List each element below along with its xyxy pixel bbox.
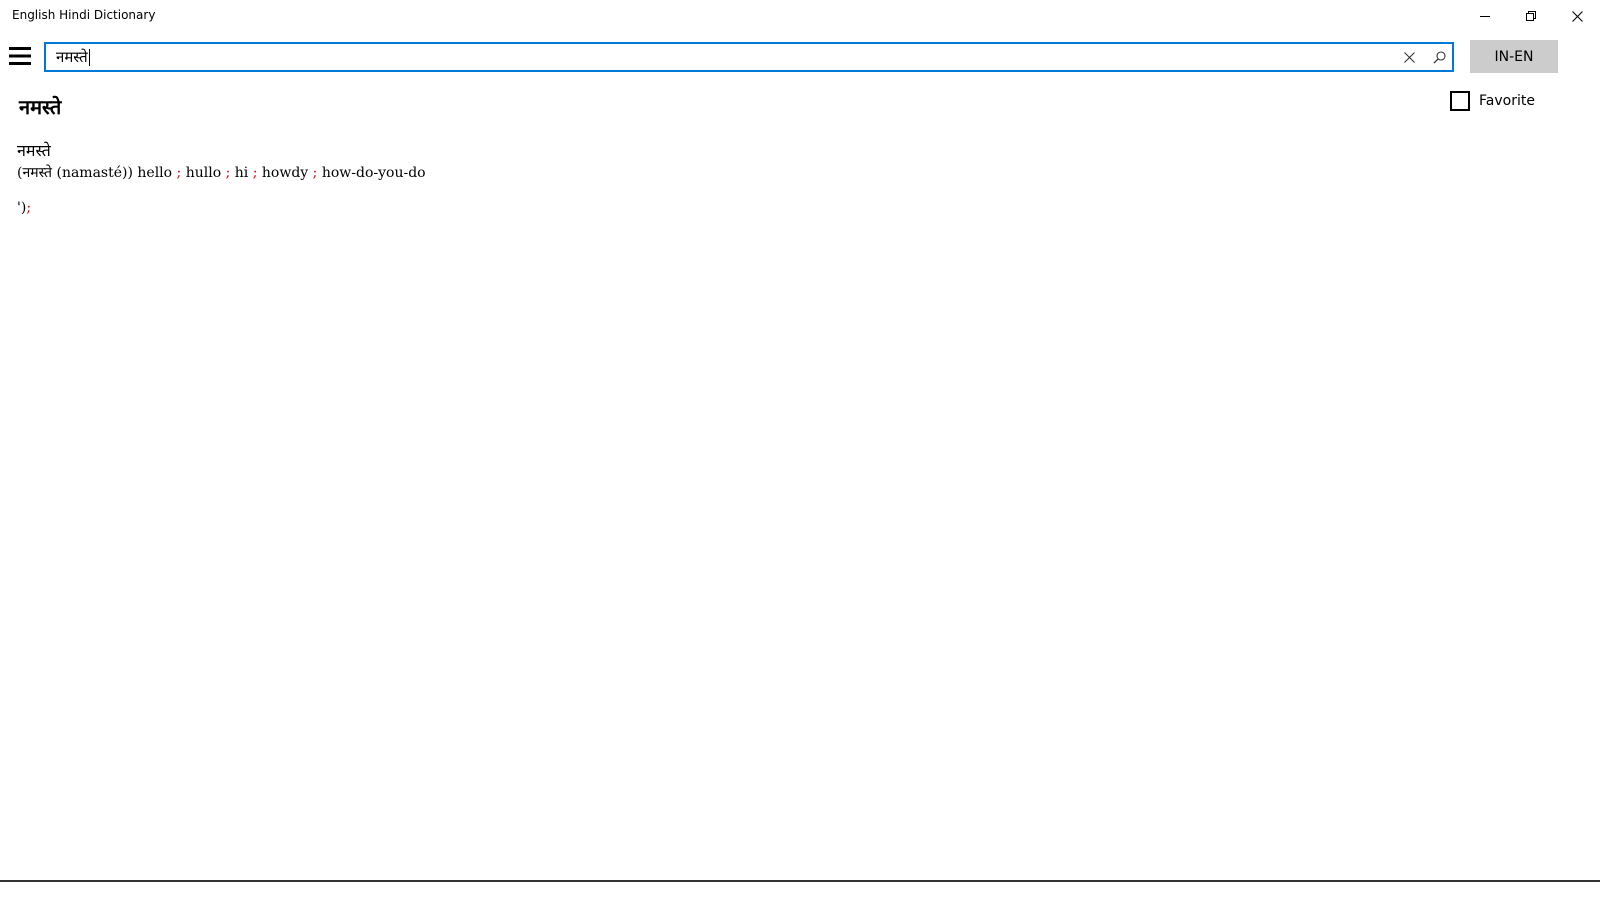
close-window-button[interactable] xyxy=(1554,0,1600,32)
language-toggle-button[interactable]: IN-EN xyxy=(1470,40,1558,73)
meaning: howdy xyxy=(261,165,309,181)
meaning-separator: ; xyxy=(225,165,231,181)
window-title: English Hindi Dictionary xyxy=(12,8,156,22)
meaning: hello xyxy=(137,165,173,181)
checkbox-icon[interactable] xyxy=(1450,91,1470,111)
meaning-separator: ; xyxy=(252,165,258,181)
headword-title: नमस्ते xyxy=(19,95,62,119)
search-icon xyxy=(1432,50,1446,64)
stray-semicolon: ; xyxy=(26,200,32,216)
hamburger-icon xyxy=(9,47,31,65)
close-icon xyxy=(1403,51,1415,63)
meaning: hi xyxy=(234,165,249,181)
search-input-text: नमस्ते xyxy=(56,48,88,66)
meaning: hullo xyxy=(185,165,222,181)
restore-icon xyxy=(1526,11,1536,21)
bottom-border xyxy=(0,880,1600,882)
definition-line: (नमस्ते (namasté)) hello ; hullo ; hi ; … xyxy=(17,163,426,182)
meaning-separator: ; xyxy=(312,165,318,181)
clear-search-button[interactable] xyxy=(1398,48,1420,66)
search-box[interactable]: नमस्ते xyxy=(44,42,1454,72)
minimize-button[interactable] xyxy=(1462,0,1508,32)
app-window: English Hindi Dictionary नमस्ते IN-EN नम… xyxy=(0,0,1600,900)
favorite-checkbox[interactable]: Favorite xyxy=(1450,91,1535,111)
menu-button[interactable] xyxy=(8,44,32,68)
stray-markup-text: '); xyxy=(17,200,31,216)
entry-word: नमस्ते xyxy=(17,141,51,160)
search-button[interactable] xyxy=(1428,48,1450,66)
favorite-label: Favorite xyxy=(1479,93,1535,109)
meaning: how-do-you-do xyxy=(321,165,426,181)
close-icon xyxy=(1571,10,1583,22)
minimize-icon xyxy=(1480,16,1490,17)
text-caret xyxy=(88,49,90,66)
restore-button[interactable] xyxy=(1508,0,1554,32)
search-input[interactable]: नमस्ते xyxy=(56,47,90,67)
definition-prefix: (नमस्ते (namasté)) xyxy=(17,165,133,181)
meaning-separator: ; xyxy=(176,165,182,181)
title-bar: English Hindi Dictionary xyxy=(0,0,1600,32)
stray-text: ') xyxy=(17,200,27,216)
